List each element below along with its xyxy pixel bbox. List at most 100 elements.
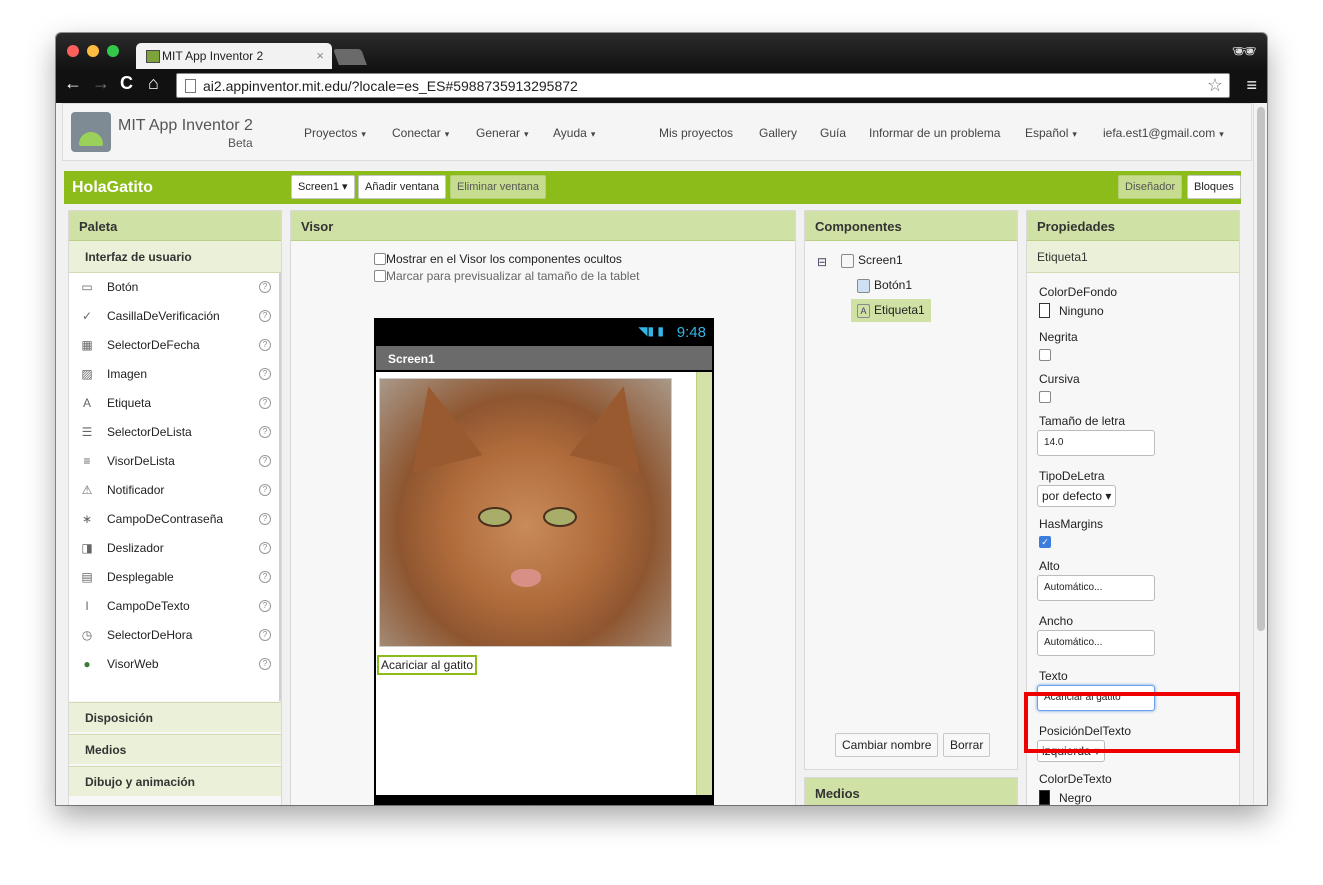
designer-button[interactable]: Diseñador [1118, 175, 1183, 199]
palette-item[interactable]: ● VisorWeb? [69, 650, 279, 679]
new-tab-button[interactable] [333, 49, 367, 65]
help-icon[interactable]: ? [259, 484, 271, 496]
spinner-icon: ▤ [81, 570, 93, 584]
rename-button[interactable]: Cambiar nombre [835, 733, 939, 757]
home-icon[interactable]: ⌂ [148, 73, 159, 94]
bold-checkbox[interactable] [1039, 349, 1051, 361]
blocks-button[interactable]: Bloques [1187, 175, 1241, 199]
text-color-value[interactable]: Negro [1059, 791, 1092, 805]
help-icon[interactable]: ? [259, 426, 271, 438]
help-icon[interactable]: ? [259, 513, 271, 525]
help-icon[interactable]: ? [259, 658, 271, 670]
has-margins-label: HasMargins [1039, 517, 1104, 531]
browser-menu-icon[interactable]: ≡ [1246, 75, 1257, 96]
palette-item[interactable]: ▤ Desplegable? [69, 563, 279, 592]
page-icon [185, 79, 196, 93]
wifi-signal-battery-icon: ◥▮ ▮ [638, 324, 664, 338]
palette-item[interactable]: ◷ SelectorDeHora? [69, 621, 279, 650]
screen-select[interactable]: Screen1 ▾ [291, 175, 355, 199]
link-guia[interactable]: Guía [820, 126, 846, 140]
menu-idioma[interactable]: Español ▾ [1025, 126, 1077, 140]
link-mis-proyectos[interactable]: Mis proyectos [659, 126, 733, 140]
project-name: HolaGatito [72, 179, 153, 196]
cat-image[interactable] [379, 377, 672, 647]
palette-item[interactable]: ◨ Deslizador? [69, 534, 279, 563]
palette-category-dibujo[interactable]: Dibujo y animación [69, 766, 281, 796]
link-informar-problema[interactable]: Informar de un problema [869, 126, 1000, 140]
bg-color-swatch[interactable] [1039, 303, 1050, 318]
help-icon[interactable]: ? [259, 629, 271, 641]
menu-user-account[interactable]: iefa.est1@gmail.com ▾ [1103, 126, 1224, 140]
text-color-swatch[interactable] [1039, 790, 1050, 805]
link-gallery[interactable]: Gallery [759, 126, 797, 140]
bg-color-label: ColorDeFondo [1039, 285, 1118, 299]
help-icon[interactable]: ? [259, 339, 271, 351]
menu-ayuda[interactable]: Ayuda ▾ [553, 126, 595, 140]
italic-label: Cursiva [1039, 372, 1080, 386]
tablet-preview-checkbox[interactable] [374, 270, 386, 282]
palette-item[interactable]: ▦ SelectorDeFecha? [69, 331, 279, 360]
palette-item[interactable]: ✓ CasillaDeVerificación? [69, 302, 279, 331]
font-size-input[interactable]: 14.0 [1037, 430, 1155, 456]
show-hidden-checkbox[interactable] [374, 253, 386, 265]
palette-subcategory[interactable]: Interfaz de usuario [69, 241, 281, 273]
palette-item[interactable]: ▭ Botón? [69, 273, 279, 302]
height-input[interactable]: Automático... [1037, 575, 1155, 601]
zoom-window-button[interactable] [107, 45, 119, 57]
help-icon[interactable]: ? [259, 571, 271, 583]
logo-title: MIT App Inventor 2 [118, 117, 253, 134]
palette-item[interactable]: ⚠ Notificador? [69, 476, 279, 505]
show-hidden-label: Mostrar en el Visor los componentes ocul… [386, 252, 622, 266]
scrollbar-thumb[interactable] [1257, 107, 1265, 631]
font-type-select[interactable]: por defecto ▾ [1037, 485, 1117, 507]
help-icon[interactable]: ? [259, 455, 271, 467]
palette-item[interactable]: A Etiqueta? [69, 389, 279, 418]
delete-button[interactable]: Borrar [943, 733, 991, 757]
help-icon[interactable]: ? [259, 542, 271, 554]
bookmark-star-icon[interactable]: ☆ [1207, 75, 1223, 96]
palette-title: Paleta [69, 211, 281, 241]
remove-screen-button[interactable]: Eliminar ventana [450, 175, 546, 199]
palette-item[interactable]: ☰ SelectorDeLista? [69, 418, 279, 447]
app-inventor-logo-icon [71, 112, 111, 152]
menu-generar[interactable]: Generar ▾ [476, 126, 529, 140]
reload-icon[interactable]: C [120, 73, 133, 94]
app-inventor-favicon-icon [146, 50, 160, 63]
help-icon[interactable]: ? [259, 397, 271, 409]
collapse-tree-icon[interactable]: ⊟ [817, 255, 827, 269]
palette-panel: Paleta Interfaz de usuario ▭ Botón? ✓ Casi… [68, 210, 282, 805]
width-label: Ancho [1039, 614, 1074, 628]
screen-title-bar: Screen1 [376, 346, 712, 370]
tree-item-screen1[interactable]: Screen1 [841, 253, 903, 268]
incognito-icon: 🕶 [1231, 41, 1257, 63]
palette-category-disposicion[interactable]: Disposición [69, 702, 281, 732]
help-icon[interactable]: ? [259, 368, 271, 380]
tab-close-icon[interactable]: × [316, 48, 324, 63]
help-icon[interactable]: ? [259, 310, 271, 322]
palette-item[interactable]: I CampoDeTexto? [69, 592, 279, 621]
close-window-button[interactable] [67, 45, 79, 57]
width-input[interactable]: Automático... [1037, 630, 1155, 656]
palette-item[interactable]: ▨ Imagen? [69, 360, 279, 389]
forward-arrow-icon[interactable]: → [92, 73, 110, 94]
address-bar[interactable]: ai2.appinventor.mit.edu/?locale=es_ES#59… [176, 73, 1230, 98]
palette-item[interactable]: ∗ CampoDeContraseña? [69, 505, 279, 534]
tree-item-boton1[interactable]: Botón1 [857, 278, 912, 293]
has-margins-checkbox[interactable]: ✓ [1039, 536, 1051, 548]
browser-tab[interactable]: MIT App Inventor 2 × [136, 43, 332, 69]
bg-color-value[interactable]: Ninguno [1059, 304, 1104, 318]
tree-item-etiqueta1[interactable]: A Etiqueta1 [851, 299, 931, 322]
help-icon[interactable]: ? [259, 281, 271, 293]
add-screen-button[interactable]: Añadir ventana [358, 175, 446, 199]
back-arrow-icon[interactable]: ← [64, 73, 82, 94]
palette-category-medios[interactable]: Medios [69, 734, 281, 764]
menu-conectar[interactable]: Conectar ▾ [392, 126, 449, 140]
menu-proyectos[interactable]: Proyectos ▾ [304, 126, 366, 140]
minimize-window-button[interactable] [87, 45, 99, 57]
italic-checkbox[interactable] [1039, 391, 1051, 403]
button-icon [857, 278, 870, 293]
help-icon[interactable]: ? [259, 600, 271, 612]
palette-item[interactable]: ≡ VisorDeLista? [69, 447, 279, 476]
page-scrollbar[interactable] [1253, 103, 1267, 805]
selected-label-component[interactable]: Acariciar al gatito [377, 655, 478, 675]
